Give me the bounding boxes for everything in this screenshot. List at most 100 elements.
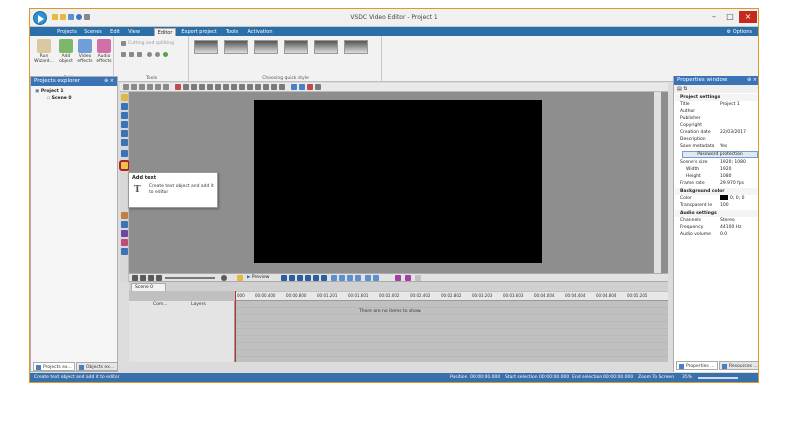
column-layers[interactable]: Layers	[191, 302, 206, 307]
free-shape-tool-icon[interactable]	[121, 221, 128, 228]
timeline-tracks[interactable]	[235, 301, 668, 362]
snapshot-icon[interactable]	[237, 275, 243, 281]
minimize-icon[interactable]: –	[707, 11, 721, 23]
video-tool-icon[interactable]	[121, 103, 128, 110]
menu-activation[interactable]: Activation	[246, 28, 274, 36]
group-icon[interactable]	[247, 84, 253, 90]
vertical-scrollbar[interactable]	[654, 92, 661, 282]
zoom-to-screen-button[interactable]: Zoom To Screen	[638, 373, 674, 382]
video-effects-button[interactable]: Video effects	[76, 39, 94, 64]
record-icon[interactable]	[365, 275, 371, 281]
zoom-slider[interactable]	[698, 377, 738, 379]
quick-style-thumb[interactable]	[224, 40, 248, 54]
skip-start-icon[interactable]	[281, 275, 287, 281]
align-left-icon[interactable]	[183, 84, 189, 90]
tree-item-scene[interactable]: ▫ Scene 0	[47, 96, 72, 101]
menu-export-project[interactable]: Export project	[180, 28, 218, 36]
tab-objects-explorer[interactable]: Objects ex...	[76, 362, 118, 371]
delete-icon[interactable]	[147, 84, 153, 90]
align-middle-icon[interactable]	[215, 84, 221, 90]
chart-tool-icon[interactable]	[121, 139, 128, 146]
tree-item-project[interactable]: ▣ Project 1	[35, 89, 64, 94]
prop-value[interactable]: 1920	[720, 166, 731, 173]
tab-properties[interactable]: Properties ...	[676, 361, 718, 370]
pin-close-icon[interactable]: ⊕ ×	[747, 76, 757, 85]
undo-icon[interactable]	[155, 84, 161, 90]
timeline-ruler[interactable]: 000 00:00.400 00:00.800 00:01.201 00:01.…	[235, 292, 668, 301]
quick-style-thumb[interactable]	[194, 40, 218, 54]
menu-view[interactable]: View	[126, 28, 142, 36]
prop-value-color[interactable]: 0; 0; 0	[720, 195, 744, 202]
audio-tool-icon[interactable]	[121, 121, 128, 128]
align-top-icon[interactable]	[207, 84, 213, 90]
order-icon[interactable]	[239, 84, 245, 90]
prop-value[interactable]: Project 1	[720, 101, 740, 108]
prop-value[interactable]: 1920; 1080	[720, 159, 746, 166]
paste-icon[interactable]	[139, 84, 145, 90]
playhead[interactable]	[235, 291, 236, 362]
cutting-splitting-label[interactable]: Cutting and splitting	[128, 41, 174, 46]
password-protection-button[interactable]: Password protection	[682, 151, 758, 158]
resize-icon[interactable]	[291, 84, 297, 90]
add-text-tool-icon[interactable]	[119, 160, 130, 171]
loop-icon[interactable]	[355, 275, 361, 281]
fit-icon[interactable]	[299, 84, 305, 90]
audio-effects-button[interactable]: Audio effects	[95, 39, 113, 64]
color-mark-icon[interactable]	[395, 275, 401, 281]
flip-icon[interactable]	[137, 52, 142, 57]
play-icon[interactable]	[163, 52, 168, 57]
close-icon[interactable]: ×	[739, 11, 757, 23]
prop-value[interactable]: 44100 Hz	[720, 224, 742, 231]
zoom-in-icon[interactable]	[132, 275, 138, 281]
prop-value[interactable]: 100	[720, 202, 729, 209]
tab-resources[interactable]: Resources ...	[719, 361, 758, 370]
column-com[interactable]: Com...	[153, 302, 168, 307]
layers-icon[interactable]	[271, 84, 277, 90]
shape-tool-icon[interactable]	[121, 130, 128, 137]
options-button[interactable]: ⚙ Options	[727, 28, 752, 36]
effect-tool-icon[interactable]	[121, 230, 128, 237]
color-mark-icon[interactable]	[405, 275, 411, 281]
add-object-button[interactable]: Add object	[57, 39, 75, 64]
quick-style-thumb[interactable]	[314, 40, 338, 54]
lock-icon[interactable]	[263, 84, 269, 90]
section-background-color[interactable]: Background color	[675, 188, 758, 195]
step-back-icon[interactable]	[297, 275, 303, 281]
audio-wave-icon[interactable]	[373, 275, 379, 281]
subtitle-tool-icon[interactable]	[121, 150, 128, 157]
align-right-icon[interactable]	[199, 84, 205, 90]
redo-icon[interactable]	[163, 84, 169, 90]
grid-icon[interactable]	[175, 84, 181, 90]
prop-value[interactable]: 29.970 fps	[720, 180, 744, 187]
fast-forward-icon[interactable]	[313, 275, 319, 281]
menu-edit[interactable]: Edit	[108, 28, 122, 36]
menu-projects[interactable]: Projects	[56, 28, 78, 36]
step-forward-icon[interactable]	[305, 275, 311, 281]
quick-style-thumb[interactable]	[254, 40, 278, 54]
marker-add-icon[interactable]	[331, 275, 337, 281]
menu-editor[interactable]: Editor	[154, 28, 176, 36]
menu-scenes[interactable]: Scenes	[82, 28, 104, 36]
skip-end-icon[interactable]	[321, 275, 327, 281]
list-tool-icon[interactable]	[121, 248, 128, 255]
zoom-plus-icon[interactable]	[221, 275, 227, 281]
prop-value[interactable]: 1080	[720, 173, 731, 180]
align-center-icon[interactable]	[191, 84, 197, 90]
cut-icon[interactable]	[121, 41, 126, 46]
image-tool-icon[interactable]	[121, 112, 128, 119]
settings-icon[interactable]	[315, 84, 321, 90]
section-audio-settings[interactable]: Audio settings	[675, 210, 758, 217]
section-project-settings[interactable]: Project settings	[675, 94, 758, 101]
trim-icon[interactable]	[347, 275, 353, 281]
rotate-icon[interactable]	[129, 52, 134, 57]
crop-icon[interactable]	[121, 52, 126, 57]
sprite-tool-icon[interactable]	[121, 212, 128, 219]
zoom-fit-icon[interactable]	[148, 275, 154, 281]
undo-icon[interactable]	[147, 52, 152, 57]
pointer-tool-icon[interactable]	[121, 94, 128, 101]
quick-style-thumb[interactable]	[344, 40, 368, 54]
run-wizard-button[interactable]: Run Wizard...	[33, 39, 55, 64]
prop-value[interactable]: Yes	[720, 143, 727, 150]
pointer-icon[interactable]	[123, 84, 129, 90]
rewind-icon[interactable]	[289, 275, 295, 281]
